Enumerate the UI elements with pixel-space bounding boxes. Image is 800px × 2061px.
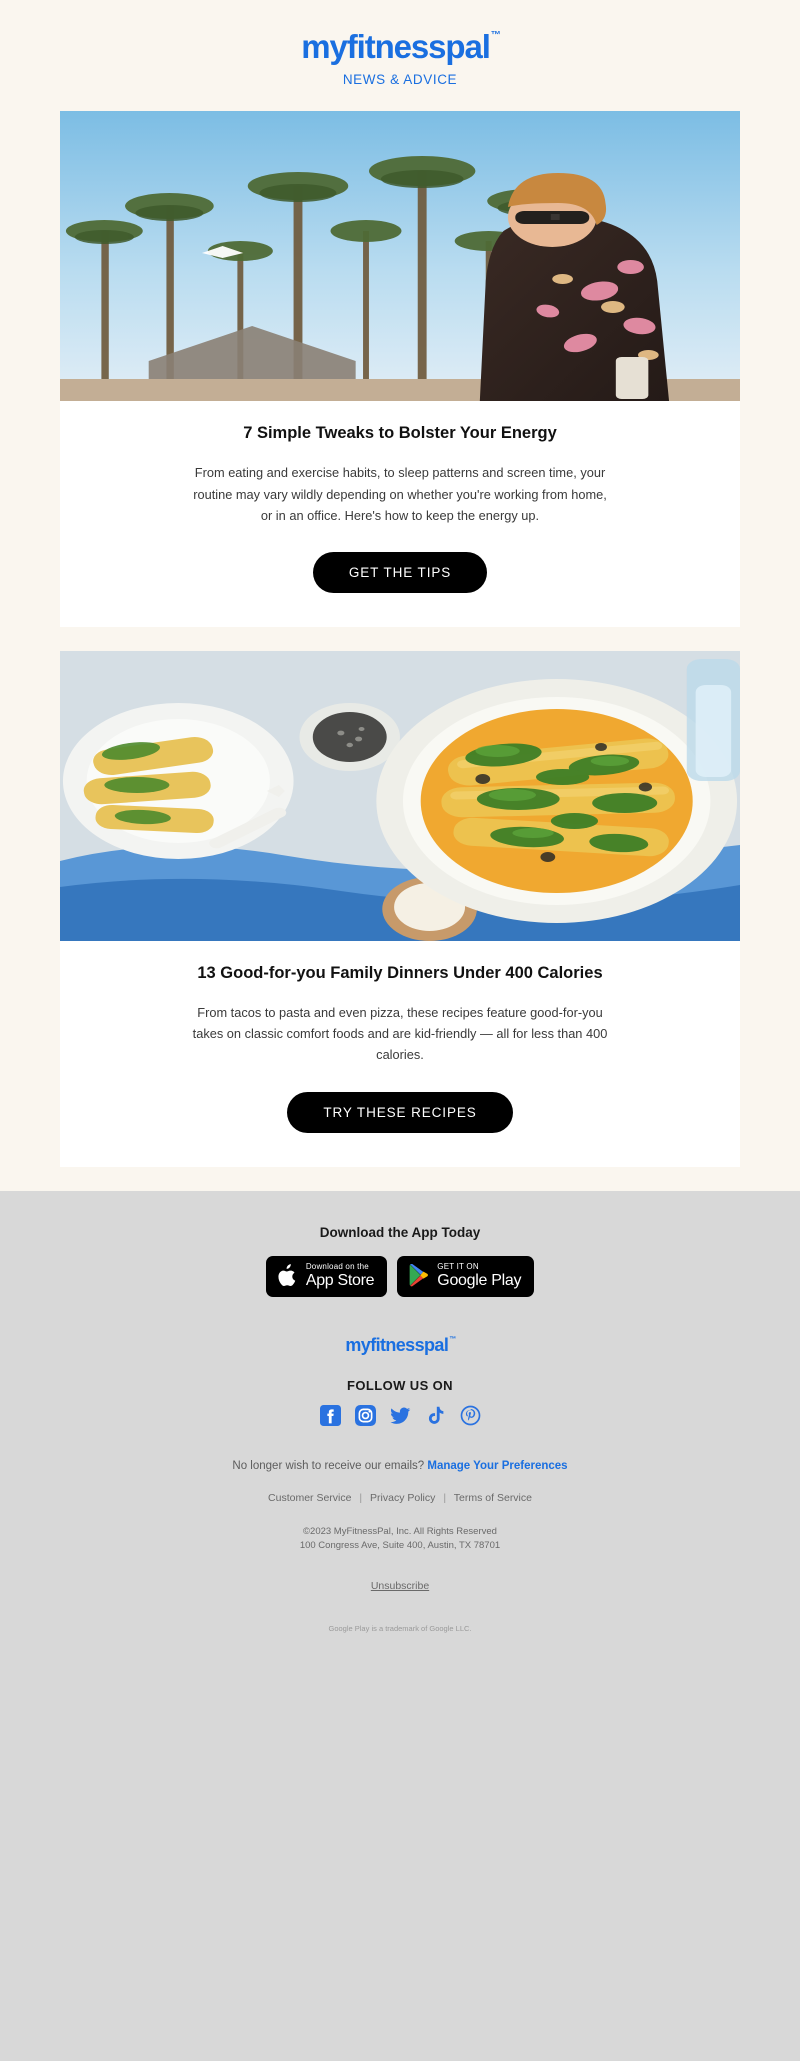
enchiladas-plate-illustration <box>60 650 740 941</box>
article-2-hero-image[interactable] <box>60 650 740 941</box>
apple-icon <box>278 1264 296 1287</box>
instagram-icon[interactable] <box>354 1404 376 1426</box>
customer-service-link[interactable]: Customer Service <box>268 1492 351 1504</box>
article-1-hero-image[interactable] <box>60 111 740 401</box>
google-play-trademark-text: Google Play is a trademark of Google LLC… <box>328 1623 472 1633</box>
company-address-block: ©2023 MyFitnessPal, Inc. All Rights Rese… <box>40 1525 760 1554</box>
facebook-icon[interactable] <box>319 1404 341 1426</box>
google-play-badge[interactable]: GET IT ON Google Play <box>397 1255 535 1297</box>
social-links <box>40 1404 760 1426</box>
brand-logo[interactable]: myfitnesspal™ <box>301 28 501 66</box>
footer-brand-logo-text: myfitnesspal <box>345 1334 449 1355</box>
article-1-text: From eating and exercise habits, to slee… <box>193 465 607 523</box>
article-card-2: 13 Good-for-you Family Dinners Under 400… <box>60 650 740 1167</box>
article-2-cta-button[interactable]: TRY THESE RECIPES <box>287 1091 513 1133</box>
app-store-badge[interactable]: Download on the App Store <box>265 1255 388 1297</box>
palm-trees-scene-illustration <box>60 111 740 401</box>
footer-links: Customer Service | Privacy Policy | Term… <box>40 1492 760 1504</box>
privacy-policy-link[interactable]: Privacy Policy <box>370 1492 435 1504</box>
newsletter-main: myfitnesspal™ NEWS & ADVICE 7 Simple Twe… <box>0 0 800 1191</box>
article-card-1: 7 Simple Tweaks to Bolster Your Energy F… <box>60 111 740 627</box>
unsubscribe-link[interactable]: Unsubscribe <box>371 1580 429 1592</box>
brand-tagline: NEWS & ADVICE <box>342 72 458 87</box>
email-footer: Download the App Today Download on the A… <box>0 1190 800 1673</box>
footer-trademark-symbol: ™ <box>449 1335 456 1343</box>
article-2-body: 13 Good-for-you Family Dinners Under 400… <box>60 941 740 1167</box>
address-text: 100 Congress Ave, Suite 400, Austin, TX … <box>299 1540 501 1552</box>
link-separator-2: | <box>443 1491 447 1504</box>
footer-brand-logo[interactable]: myfitnesspal™ <box>40 1335 760 1356</box>
email-body: myfitnesspal™ NEWS & ADVICE 7 Simple Twe… <box>0 0 800 1673</box>
terms-of-service-link[interactable]: Terms of Service <box>454 1492 532 1504</box>
google-play-badge-small-text: GET IT ON <box>437 1262 479 1272</box>
google-play-badge-large-text: Google Play <box>437 1272 522 1290</box>
header-logo-block: myfitnesspal™ NEWS & ADVICE <box>60 0 740 87</box>
article-2-title: 13 Good-for-you Family Dinners Under 400… <box>197 963 603 982</box>
unsubscribe-row: Unsubscribe <box>40 1580 760 1592</box>
article-1-title: 7 Simple Tweaks to Bolster Your Energy <box>243 424 557 442</box>
pinterest-icon[interactable] <box>460 1405 481 1426</box>
twitter-icon[interactable] <box>389 1405 411 1426</box>
tiktok-icon[interactable] <box>425 1405 446 1426</box>
brand-logo-text: myfitnesspal <box>301 28 491 65</box>
app-store-badge-large-text: App Store <box>305 1272 375 1290</box>
google-play-icon <box>409 1264 429 1287</box>
app-store-badges: Download on the App Store GET IT ON Goog… <box>40 1255 760 1297</box>
preferences-prompt-text: No longer wish to receive our emails? <box>232 1459 425 1472</box>
trademark-symbol: ™ <box>490 30 501 41</box>
manage-preferences-row: No longer wish to receive our emails? Ma… <box>40 1460 760 1472</box>
download-app-heading: Download the App Today <box>319 1224 481 1240</box>
bottom-spacer <box>60 1167 740 1191</box>
follow-us-heading: FOLLOW US ON <box>347 1377 453 1393</box>
article-2-text: From tacos to pasta and even pizza, thes… <box>192 1005 608 1063</box>
link-separator-1: | <box>359 1491 363 1504</box>
article-1-cta-button[interactable]: GET THE TIPS <box>312 551 488 593</box>
manage-preferences-link[interactable]: Manage Your Preferences <box>427 1460 567 1472</box>
article-1-body: 7 Simple Tweaks to Bolster Your Energy F… <box>60 401 740 627</box>
copyright-text: ©2023 MyFitnessPal, Inc. All Rights Rese… <box>303 1525 497 1537</box>
app-store-badge-small-text: Download on the <box>305 1262 369 1272</box>
